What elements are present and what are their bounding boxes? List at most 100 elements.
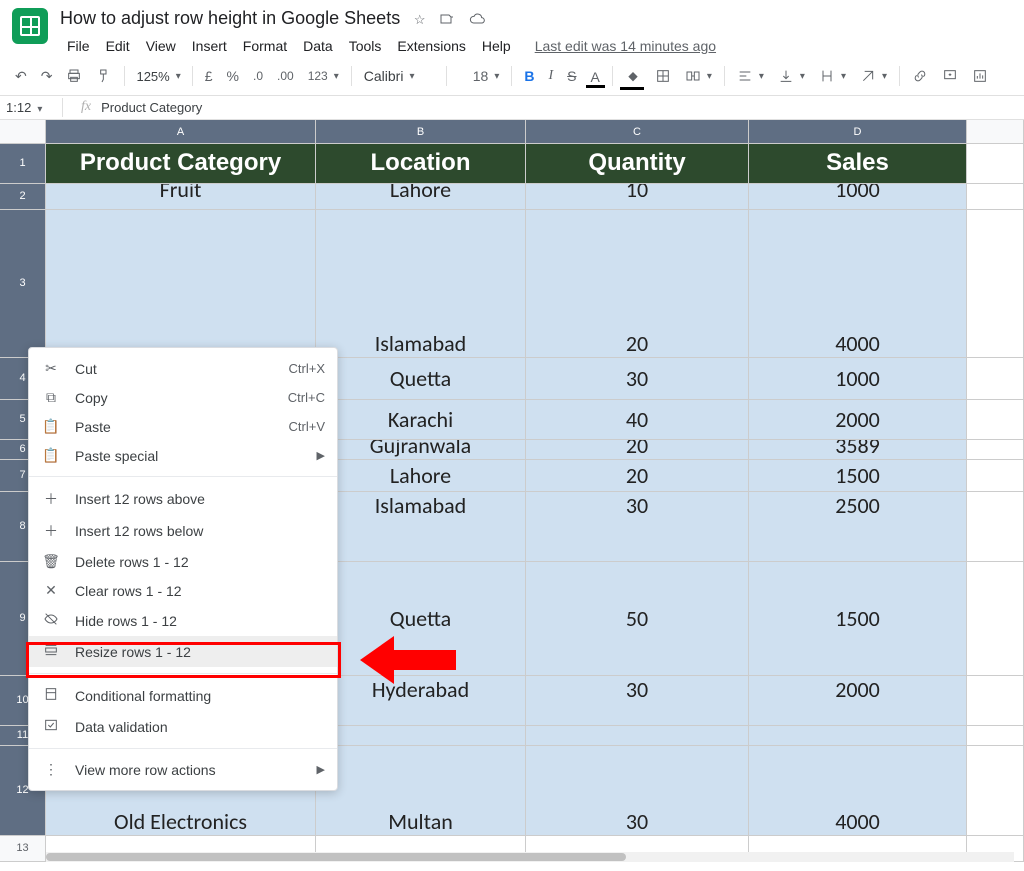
cell-D10[interactable]: 2000: [749, 676, 967, 725]
valign-button[interactable]: [773, 64, 810, 88]
cell-B8[interactable]: Islamabad: [316, 492, 526, 561]
name-box[interactable]: 1:12: [0, 98, 63, 117]
context-conditional-formatting[interactable]: Conditional formatting: [29, 680, 337, 711]
context-paste[interactable]: 📋 Paste Ctrl+V: [29, 412, 337, 441]
cell-D1[interactable]: Sales: [749, 144, 967, 183]
bold-button[interactable]: B: [519, 64, 539, 88]
cell-D5[interactable]: 2000: [749, 400, 967, 439]
cell-A1[interactable]: Product Category: [46, 144, 316, 183]
formula-input[interactable]: Product Category: [101, 100, 202, 115]
star-icon[interactable]: ☆: [414, 12, 426, 28]
row-header-1[interactable]: 1: [0, 144, 46, 183]
cell-C4[interactable]: 30: [526, 358, 749, 399]
link-button[interactable]: [907, 64, 933, 88]
cell-C11[interactable]: [526, 726, 749, 745]
cell-B4[interactable]: Quetta: [316, 358, 526, 399]
cell-D8[interactable]: 2500: [749, 492, 967, 561]
column-header-A[interactable]: A: [46, 120, 316, 143]
increase-decimal-button[interactable]: .00: [272, 65, 299, 87]
cell-D2[interactable]: 1000: [749, 184, 967, 209]
strikethrough-button[interactable]: S: [562, 64, 581, 88]
context-hide-rows[interactable]: Hide rows 1 - 12: [29, 605, 337, 636]
chart-button[interactable]: [967, 64, 993, 88]
menu-help[interactable]: Help: [475, 34, 518, 58]
zoom-select[interactable]: 125%: [132, 67, 184, 86]
font-size-input[interactable]: 18: [468, 64, 505, 88]
comment-button[interactable]: [937, 64, 963, 88]
cell-D12[interactable]: 4000: [749, 746, 967, 835]
fill-color-button[interactable]: [620, 64, 646, 88]
redo-button[interactable]: ↷: [36, 64, 58, 89]
cell-D3[interactable]: 4000: [749, 210, 967, 357]
sheets-app-icon[interactable]: [12, 8, 48, 44]
cell-B6[interactable]: Gujranwala: [316, 440, 526, 459]
cell-B11[interactable]: [316, 726, 526, 745]
cell-E4[interactable]: [967, 358, 1024, 399]
cell-E12[interactable]: [967, 746, 1024, 835]
row-header-3[interactable]: 3: [0, 210, 46, 357]
context-insert-below[interactable]: ＋ Insert 12 rows below: [29, 515, 337, 547]
undo-button[interactable]: ↶: [10, 64, 32, 89]
font-select[interactable]: Calibri: [359, 64, 439, 88]
cell-B7[interactable]: Lahore: [316, 460, 526, 491]
cloud-status-icon[interactable]: [469, 11, 485, 30]
cell-C12[interactable]: 30: [526, 746, 749, 835]
font-size-decrease[interactable]: [454, 72, 464, 80]
context-paste-special[interactable]: 📋 Paste special ▶: [29, 441, 337, 470]
last-edit-link[interactable]: Last edit was 14 minutes ago: [528, 34, 723, 58]
menu-insert[interactable]: Insert: [185, 34, 234, 58]
context-clear-rows[interactable]: ✕ Clear rows 1 - 12: [29, 576, 337, 605]
menu-view[interactable]: View: [139, 34, 183, 58]
context-data-validation[interactable]: Data validation: [29, 711, 337, 742]
cell-E10[interactable]: [967, 676, 1024, 725]
cell-C3[interactable]: 20: [526, 210, 749, 357]
menu-edit[interactable]: Edit: [99, 34, 137, 58]
cell-D9[interactable]: 1500: [749, 562, 967, 675]
halign-button[interactable]: [732, 64, 769, 88]
cell-E7[interactable]: [967, 460, 1024, 491]
paint-format-button[interactable]: [91, 64, 117, 88]
context-delete-rows[interactable]: 🗑 Delete rows 1 - 12: [29, 547, 337, 576]
column-header-C[interactable]: C: [526, 120, 749, 143]
cell-E2[interactable]: [967, 184, 1024, 209]
context-insert-above[interactable]: ＋ Insert 12 rows above: [29, 483, 337, 515]
cell-C2[interactable]: 10: [526, 184, 749, 209]
cell-C9[interactable]: 50: [526, 562, 749, 675]
text-color-button[interactable]: A: [586, 65, 605, 88]
decrease-decimal-button[interactable]: .0: [248, 65, 268, 87]
cell-D6[interactable]: 3589: [749, 440, 967, 459]
menu-file[interactable]: File: [60, 34, 97, 58]
merge-button[interactable]: [680, 64, 717, 88]
menu-data[interactable]: Data: [296, 34, 340, 58]
cell-B2[interactable]: Lahore: [316, 184, 526, 209]
cell-C1[interactable]: Quantity: [526, 144, 749, 183]
italic-button[interactable]: I: [544, 64, 559, 88]
row-header-13[interactable]: 13: [0, 836, 46, 861]
cell-A3[interactable]: [46, 210, 316, 357]
cell-C7[interactable]: 20: [526, 460, 749, 491]
cell-B1[interactable]: Location: [316, 144, 526, 183]
column-header-D[interactable]: D: [749, 120, 967, 143]
wrap-button[interactable]: [814, 64, 851, 88]
print-button[interactable]: [61, 64, 87, 88]
cell-B10[interactable]: Hyderabad: [316, 676, 526, 725]
cell-E9[interactable]: [967, 562, 1024, 675]
cell-C6[interactable]: 20: [526, 440, 749, 459]
cell-E5[interactable]: [967, 400, 1024, 439]
column-header-E[interactable]: [967, 120, 1024, 143]
document-title[interactable]: How to adjust row height in Google Sheet…: [60, 8, 400, 28]
cell-C10[interactable]: 30: [526, 676, 749, 725]
cell-B5[interactable]: Karachi: [316, 400, 526, 439]
context-copy[interactable]: ⧉ Copy Ctrl+C: [29, 383, 337, 412]
select-all-corner[interactable]: [0, 120, 46, 143]
cell-E8[interactable]: [967, 492, 1024, 561]
currency-button[interactable]: £: [200, 64, 218, 88]
menu-extensions[interactable]: Extensions: [390, 34, 472, 58]
row-header-2[interactable]: 2: [0, 184, 46, 209]
menu-format[interactable]: Format: [236, 34, 294, 58]
cell-B12[interactable]: Multan: [316, 746, 526, 835]
context-resize-rows[interactable]: Resize rows 1 - 12: [29, 636, 337, 667]
number-format-select[interactable]: 123: [303, 65, 344, 87]
cell-E3[interactable]: [967, 210, 1024, 357]
menu-tools[interactable]: Tools: [342, 34, 389, 58]
